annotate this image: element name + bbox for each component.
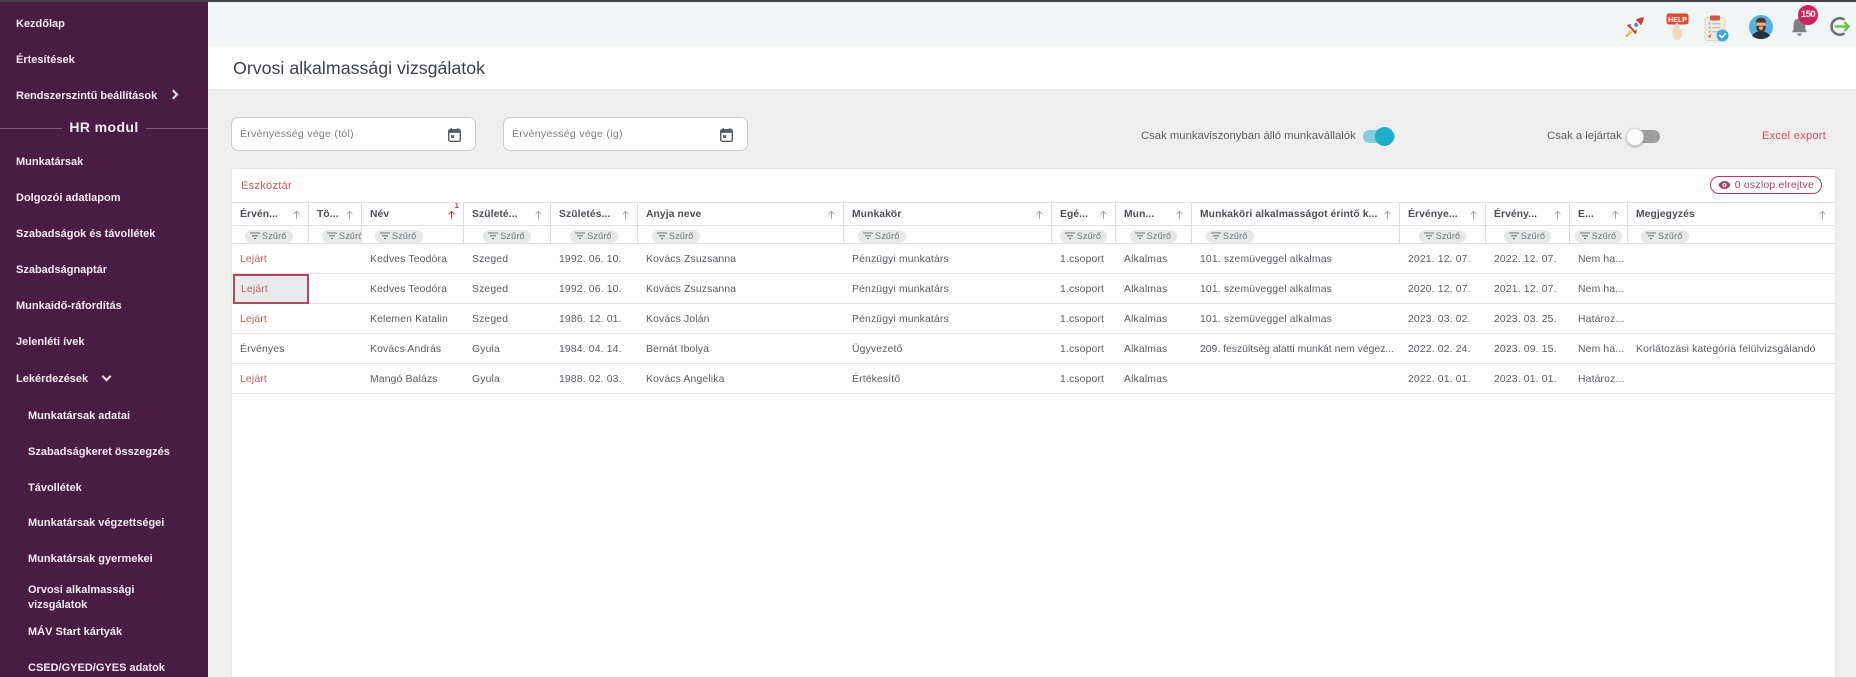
svg-text:HELP: HELP (1668, 17, 1687, 24)
